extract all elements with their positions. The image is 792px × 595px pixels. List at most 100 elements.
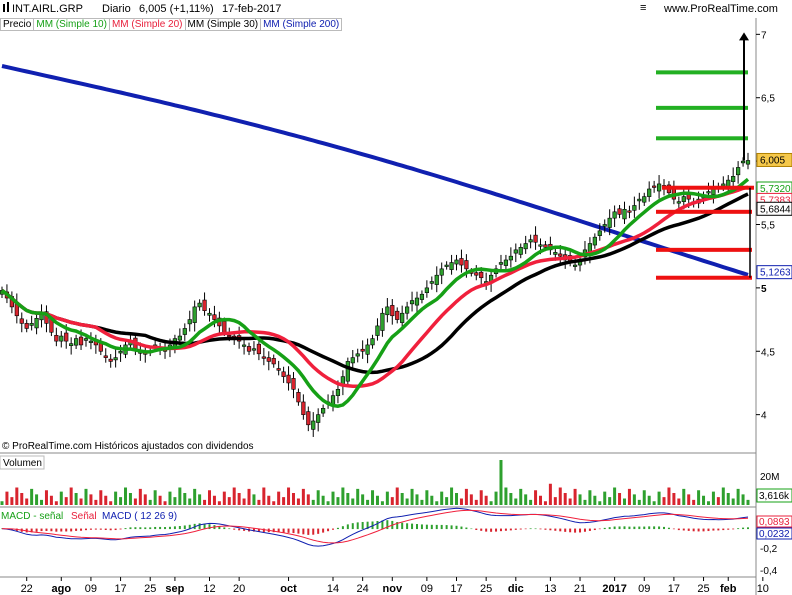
date-tick-label: ago <box>52 583 72 595</box>
macd-histogram-bar <box>593 528 596 531</box>
candle-body <box>731 176 736 182</box>
macd-histogram-bar <box>104 528 107 531</box>
volume-bar <box>143 494 147 505</box>
candle-body <box>400 312 405 323</box>
macd-histogram-bar <box>406 523 409 530</box>
price-tag-blue: 5,1263 <box>760 268 791 279</box>
macd-histogram-bar <box>65 528 68 532</box>
candle-body <box>54 334 59 342</box>
date-tick-label: 21 <box>574 583 586 595</box>
candle-body <box>528 239 533 243</box>
volume-bar <box>30 488 34 505</box>
macd-histogram-bar <box>341 526 344 530</box>
volume-bar <box>183 493 187 505</box>
volume-bar <box>109 501 113 505</box>
volume-bar <box>15 487 19 505</box>
macd-histogram-bar <box>554 528 557 531</box>
price-tag-black: 5,6844 <box>760 204 791 215</box>
volume-bar <box>188 498 192 505</box>
volume-bar <box>375 495 379 505</box>
macd-histogram-bar <box>168 526 171 530</box>
macd-histogram-bar <box>653 526 656 530</box>
macd-histogram-bar <box>564 528 567 532</box>
volume-bar <box>237 493 241 505</box>
macd-histogram-bar <box>134 527 137 530</box>
macd-histogram-bar <box>524 528 527 530</box>
price-chart[interactable]: 76,565,554,546,0055,73205,73835,68445,12… <box>0 0 792 595</box>
candle-body <box>261 356 266 359</box>
volume-bar <box>588 490 592 505</box>
candle-body <box>335 388 341 396</box>
volume-bar <box>89 494 93 505</box>
volume-bar <box>158 495 162 505</box>
candle-body <box>538 244 543 247</box>
macd-histogram-bar <box>549 528 552 531</box>
macd-histogram-bar <box>198 523 201 530</box>
macd-histogram-bar <box>702 528 705 532</box>
volume-bar <box>99 490 103 505</box>
candle-body <box>276 368 281 371</box>
volume-bar <box>499 460 503 505</box>
macd-histogram-bar <box>569 528 572 533</box>
macd-histogram-bar <box>742 527 745 530</box>
candle-body <box>419 293 425 300</box>
date-tick-label: nov <box>383 583 403 595</box>
macd-tag-1: 0,0893 <box>759 517 790 528</box>
candle-body <box>108 358 113 362</box>
stop-level-red <box>656 209 752 214</box>
macd-histogram-bar <box>60 528 63 532</box>
volume-bar <box>731 498 735 505</box>
volume-bar <box>578 494 582 505</box>
candle-body <box>296 392 301 403</box>
volume-bar <box>459 498 463 505</box>
volume-bar <box>84 488 88 505</box>
volume-bar <box>553 497 557 505</box>
date-tick-label: 09 <box>85 583 97 595</box>
macd-histogram-bar <box>144 527 147 530</box>
macd-histogram-bar <box>712 528 715 531</box>
macd-histogram-bar <box>70 528 73 532</box>
macd-histogram-bar <box>346 524 349 530</box>
candle-body <box>24 323 29 329</box>
candle-body <box>627 210 632 213</box>
volume-bar <box>124 487 128 505</box>
candle-body <box>572 264 578 267</box>
volume-bar <box>212 495 216 505</box>
volume-bar <box>351 498 355 505</box>
stop-level-red <box>662 185 754 190</box>
volume-bar <box>163 501 167 505</box>
candle-body <box>78 336 84 346</box>
macd-histogram-bar <box>159 526 162 530</box>
macd-histogram-bar <box>45 528 48 531</box>
macd-histogram-bar <box>663 526 666 530</box>
macd-histogram-bar <box>94 528 97 530</box>
volume-bar <box>746 499 750 505</box>
candle-body <box>740 160 746 164</box>
candle-body <box>523 243 528 250</box>
volume-bar <box>548 483 552 505</box>
macd-histogram-bar <box>579 528 582 533</box>
volume-bar <box>479 490 483 505</box>
macd-histogram-bar <box>114 528 117 531</box>
volume-bar <box>474 499 478 505</box>
volume-bar <box>667 487 671 505</box>
volume-bar <box>425 490 429 505</box>
date-tick-label: 10 <box>757 583 769 595</box>
date-tick-label: 22 <box>21 583 33 595</box>
macd-histogram-bar <box>351 523 354 530</box>
stop-level-red <box>656 275 752 280</box>
volume-bar <box>583 499 587 505</box>
volume-bar <box>64 497 68 505</box>
macd-histogram-bar <box>504 528 507 531</box>
candle-body <box>74 338 79 346</box>
volume-bar <box>627 488 631 505</box>
macd-histogram-bar <box>415 524 418 530</box>
volume-bar <box>178 487 182 505</box>
volume-bar <box>435 501 439 505</box>
macd-histogram-bar <box>238 528 241 531</box>
macd-histogram-bar <box>292 528 295 534</box>
candle-body <box>405 306 410 314</box>
volume-last-tag: 3,616k <box>759 491 790 502</box>
candle-body <box>103 355 108 358</box>
macd-histogram-bar <box>692 528 695 532</box>
